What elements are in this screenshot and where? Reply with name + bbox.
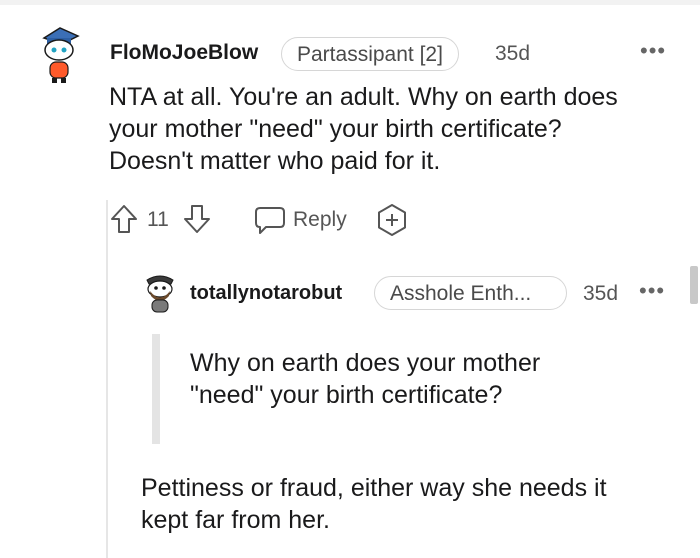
reply-user-flair: Asshole Enth... [374,276,567,310]
user-flair: Partassipant [2] [281,37,459,71]
more-horizontal-icon: ••• [640,38,667,63]
reply-quote-line: "need" your birth certificate? [190,381,503,409]
reply-label[interactable]: Reply [293,208,347,232]
avatar[interactable] [34,24,84,86]
upvote-arrow-icon [111,205,137,233]
speech-bubble-icon [255,207,285,234]
comment-body-line: Doesn't matter who paid for it. [109,147,441,175]
reply-quote-line: Why on earth does your mother [190,349,541,377]
reply-more-options-button[interactable]: ••• [639,280,665,302]
more-options-button[interactable]: ••• [640,40,666,62]
reply-body: Pettiness or fraud, either way she needs… [141,472,607,536]
reply-body-line: kept far from her. [141,506,330,534]
scrollbar[interactable] [690,266,698,304]
reply-timestamp: 35d [583,282,619,305]
username[interactable]: FloMoJoeBlow [110,41,258,65]
comment-body-line: NTA at all. You're an adult. Why on eart… [109,83,618,111]
downvote-arrow-icon [184,205,210,233]
thread-line[interactable] [106,200,108,558]
quote-bar [152,334,160,444]
reply-username[interactable]: totallynotarobut [190,282,342,305]
downvote-button[interactable] [183,204,211,239]
timestamp: 35d [495,42,531,65]
add-award-icon [378,204,406,236]
add-award-button[interactable] [375,203,409,242]
top-divider [0,0,700,5]
reply-body-line: Pettiness or fraud, either way she needs… [141,474,607,502]
upvote-button[interactable] [110,204,138,239]
reply-avatar[interactable] [141,272,179,316]
vote-count: 11 [147,208,169,231]
reply-quote: Why on earth does your mother "need" you… [190,347,540,411]
comment-body-line: your mother "need" your birth certificat… [109,115,562,143]
more-horizontal-icon: ••• [639,278,666,303]
comment-body: NTA at all. You're an adult. Why on eart… [109,81,618,177]
reply-button[interactable] [254,205,286,240]
